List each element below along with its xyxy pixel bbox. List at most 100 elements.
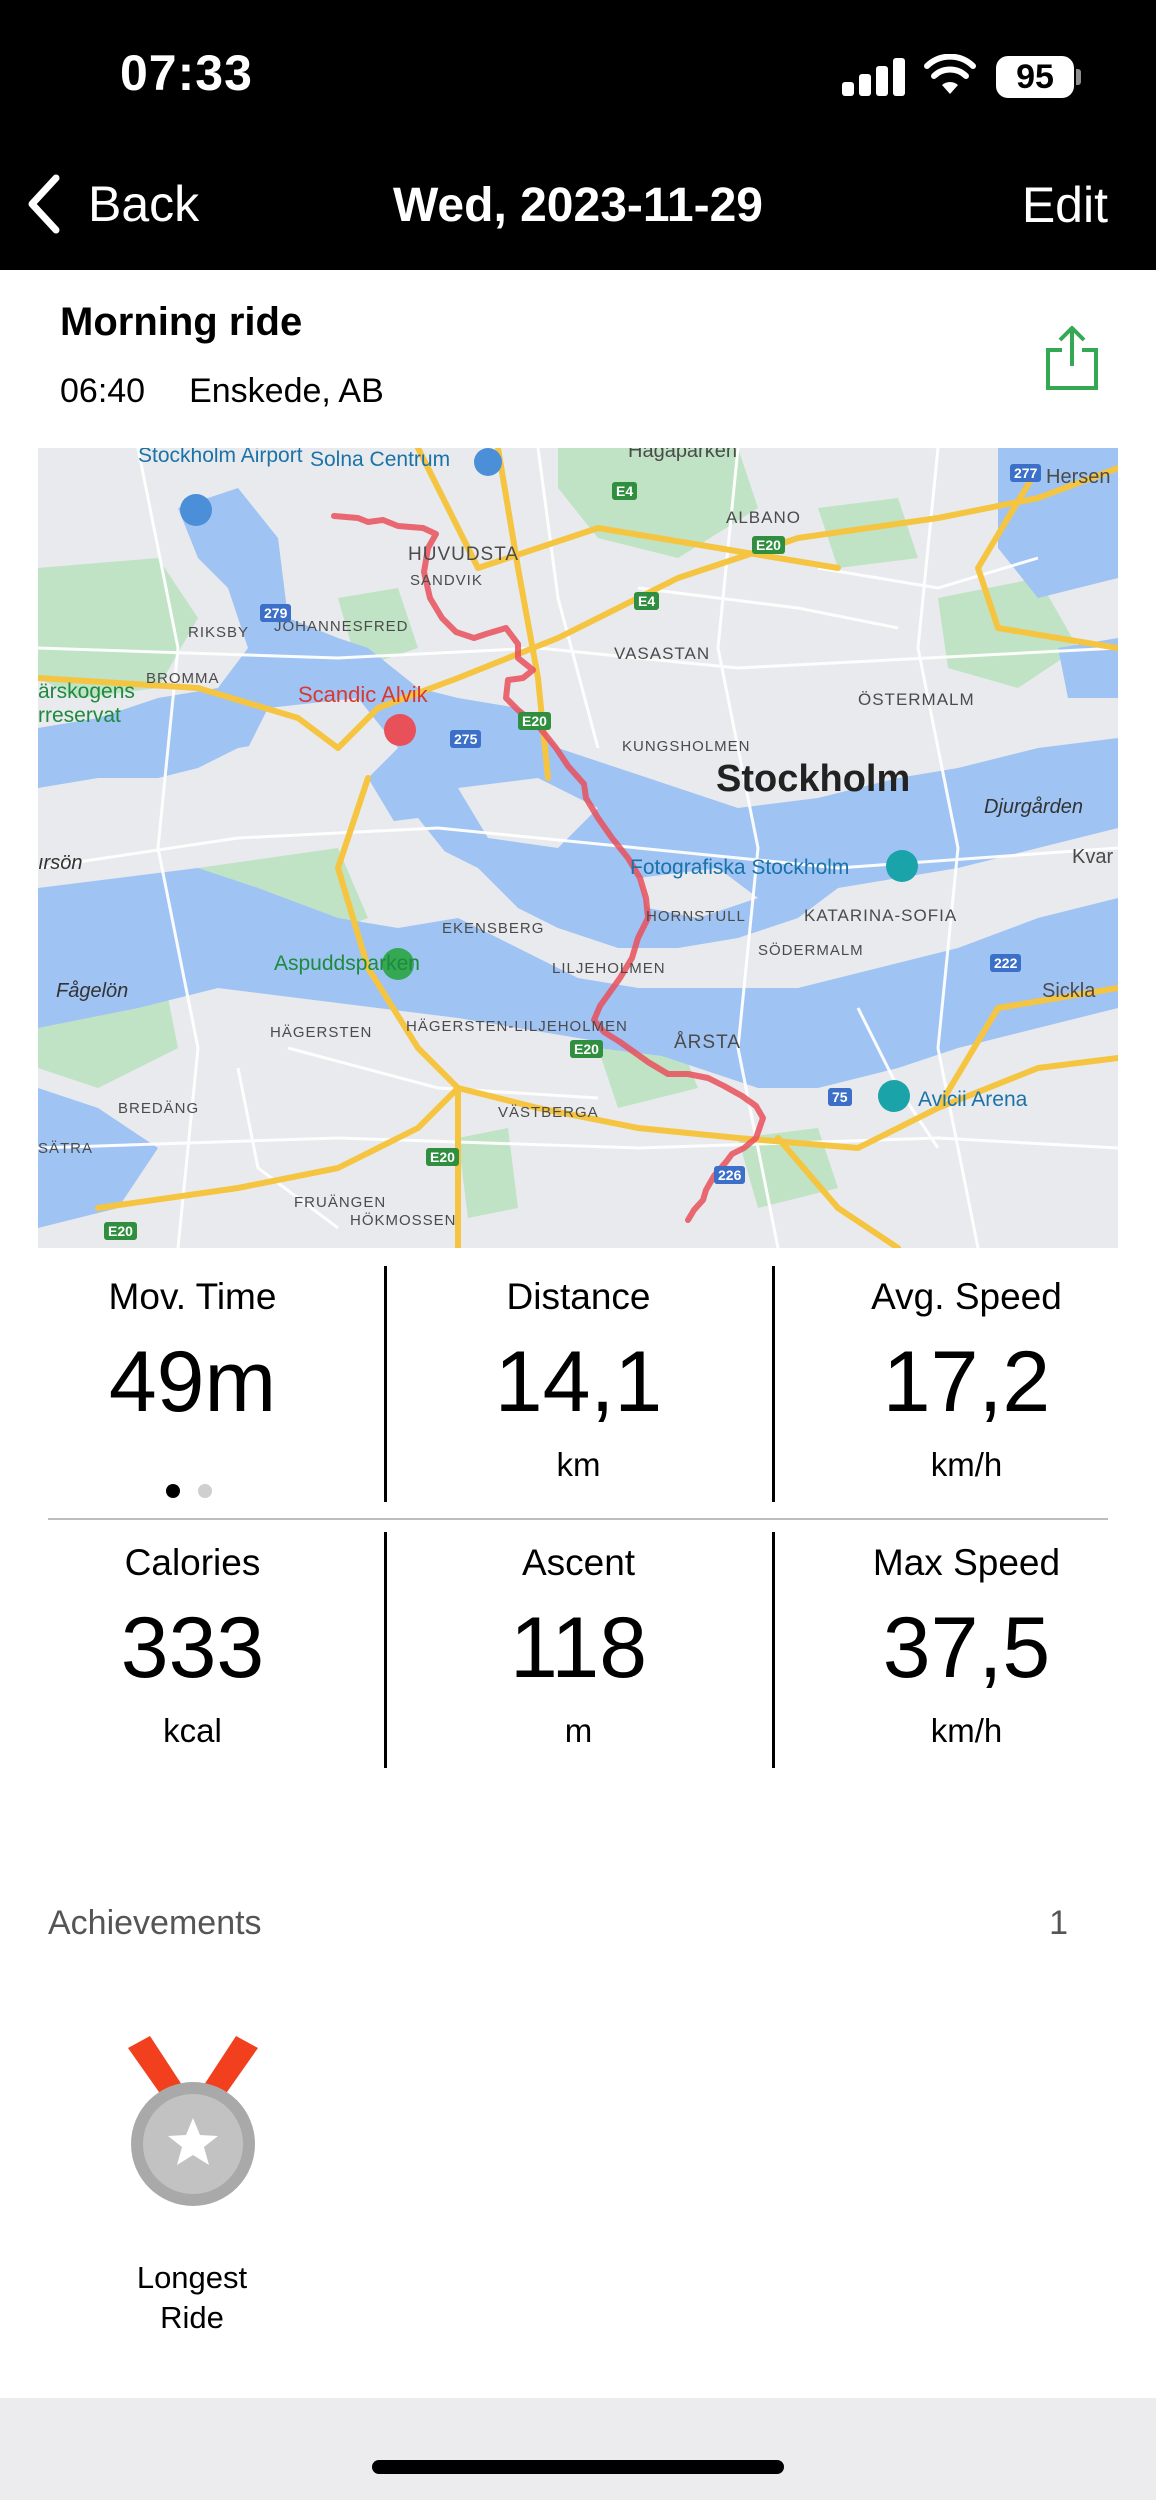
road-shield-279: 279 [260, 604, 292, 622]
road-shield-e4: E4 [634, 592, 660, 610]
map-label-sandvik: SANDVIK [410, 572, 483, 589]
map-label-katarina: KATARINA-SOFIA [804, 906, 958, 925]
map-label-arsta: ÅRSTA [674, 1032, 741, 1053]
map-label-orson: ırsön [38, 852, 83, 874]
map-label-hokmossen: HÖKMOSSEN [350, 1212, 457, 1229]
stat-moving-time[interactable]: Mov. Time 49m [0, 1276, 385, 1432]
status-time: 07:33 [120, 45, 253, 101]
ride-start-time: 06:40 [60, 372, 146, 410]
map-label-kungsholmen: KUNGSHOLMEN [622, 738, 751, 755]
map-label-bromma: BROMMA [146, 670, 220, 687]
road-shield-e20: E20 [104, 1222, 137, 1240]
map-label-satra: SÄTRA [38, 1140, 94, 1157]
stat-unit: km [556, 1446, 601, 1483]
ride-title: Morning ride [60, 300, 303, 344]
divider [772, 1266, 775, 1502]
stat-label: Avg. Speed [871, 1276, 1062, 1317]
map-label-fagelon: Fågelön [56, 980, 129, 1002]
stat-unit: m [564, 1712, 593, 1749]
stat-distance: Distance 14,1 km [386, 1276, 771, 1484]
stat-avg-speed: Avg. Speed 17,2 km/h [774, 1276, 1156, 1484]
map-label-johannesfred: JOHANNESFRED [274, 618, 409, 635]
map-label-hagaparken: Hagaparken [628, 448, 737, 462]
bottom-area [0, 2398, 1156, 2500]
battery-icon: 95 [996, 56, 1074, 98]
stat-calories: Calories 333 kcal [0, 1542, 385, 1750]
road-shield-277: 277 [1010, 464, 1042, 482]
stat-value: 118 [509, 1600, 648, 1696]
home-indicator[interactable] [372, 2460, 784, 2474]
map-label-reserve: ärskogens rreservat [38, 680, 135, 727]
map-label-hersen: Hersen [1046, 466, 1111, 488]
map-label-bredang: BREDÄNG [118, 1100, 200, 1117]
achievements-count: 1 [1049, 1904, 1068, 1942]
map-label-huvudsta: HUVUDSTA [408, 544, 520, 565]
route-map[interactable]: Stockholm Airport Solna Centrum Hagapark… [38, 448, 1118, 1248]
page-dot [198, 1484, 212, 1498]
road-shield-e20: E20 [570, 1040, 603, 1058]
road-shield-e4: E4 [612, 482, 638, 500]
map-label-riksby: RIKSBY [188, 624, 250, 641]
ride-location: Enskede, AB [189, 372, 384, 410]
stat-max-speed: Max Speed 37,5 km/h [774, 1542, 1156, 1750]
page-dot-active [166, 1484, 180, 1498]
back-button[interactable]: Back [24, 168, 199, 240]
map-label-djurgarden: Djurgården [984, 796, 1083, 818]
map-label-scandic: Scandic Alvik [298, 682, 428, 707]
map-label-fotografiska: Fotografiska Stockholm [630, 856, 850, 879]
divider [772, 1532, 775, 1768]
road-shield-275: 275 [450, 730, 482, 748]
wifi-icon [924, 54, 976, 94]
achievements-title: Achievements [48, 1904, 262, 1942]
stat-value: 333 [120, 1600, 265, 1696]
stat-label: Ascent [521, 1542, 636, 1583]
map-label-kvar: Kvar [1072, 846, 1114, 868]
stat-value: 14,1 [494, 1334, 663, 1430]
map-label-aspudd: Aspuddsparken [274, 952, 420, 975]
stat-value: 17,2 [882, 1334, 1051, 1430]
map-label-solna: Solna Centrum [310, 448, 451, 471]
chevron-left-icon [28, 174, 60, 234]
medal-icon[interactable] [122, 2036, 264, 2216]
road-shield-222: 222 [990, 954, 1022, 972]
stat-label: Mov. Time [108, 1276, 277, 1317]
divider [48, 1518, 1108, 1520]
battery-tip [1076, 69, 1081, 85]
map-label-ostermalm: ÖSTERMALM [858, 690, 975, 709]
map-label-airport: Stockholm Airport [138, 448, 303, 467]
map-label-ekensberg: EKENSBERG [442, 920, 545, 937]
stat-unit: km/h [930, 1712, 1003, 1749]
divider [384, 1266, 387, 1502]
road-shield-75: 75 [828, 1088, 852, 1106]
stat-label: Calories [124, 1542, 261, 1583]
map-label-vasastan: VASASTAN [614, 644, 711, 663]
map-label-albano: ALBANO [726, 508, 801, 527]
top-bar: 07:33 95 Back Wed, 2023-11-29 Edit [0, 0, 1156, 270]
stat-unit: kcal [163, 1712, 222, 1749]
map-canvas [38, 448, 1118, 1248]
map-label-sickla: Sickla [1042, 980, 1096, 1002]
ride-meta: 06:40 Enskede, AB [60, 372, 384, 411]
road-shield-e20: E20 [426, 1148, 459, 1166]
share-icon[interactable] [1044, 324, 1100, 392]
map-label-fruangen: FRUÄNGEN [294, 1194, 387, 1211]
map-label-vastberga: VÄSTBERGA [498, 1104, 599, 1121]
road-shield-e20: E20 [518, 712, 551, 730]
stat-label: Max Speed [872, 1542, 1061, 1583]
map-label-stockholm: Stockholm [716, 758, 911, 800]
road-shield-e20: E20 [752, 536, 785, 554]
stat-label: Distance [506, 1276, 651, 1317]
road-shield-226: 226 [714, 1166, 746, 1184]
map-label-hagersten-liljeholmen: HÄGERSTEN-LILJEHOLMEN [406, 1018, 628, 1035]
map-label-sodermalm: SÖDERMALM [758, 942, 864, 959]
page-dots [166, 1484, 230, 1503]
achievement-label: Longest Ride [92, 2258, 292, 2338]
back-label: Back [88, 176, 200, 232]
map-label-avicii: Avicii Arena [918, 1088, 1028, 1111]
stat-value: 49m [108, 1334, 277, 1430]
stat-ascent: Ascent 118 m [386, 1542, 771, 1750]
stat-unit: km/h [930, 1446, 1003, 1483]
edit-button[interactable]: Edit [1022, 176, 1108, 234]
cellular-signal-icon [842, 58, 906, 96]
divider [384, 1532, 387, 1768]
